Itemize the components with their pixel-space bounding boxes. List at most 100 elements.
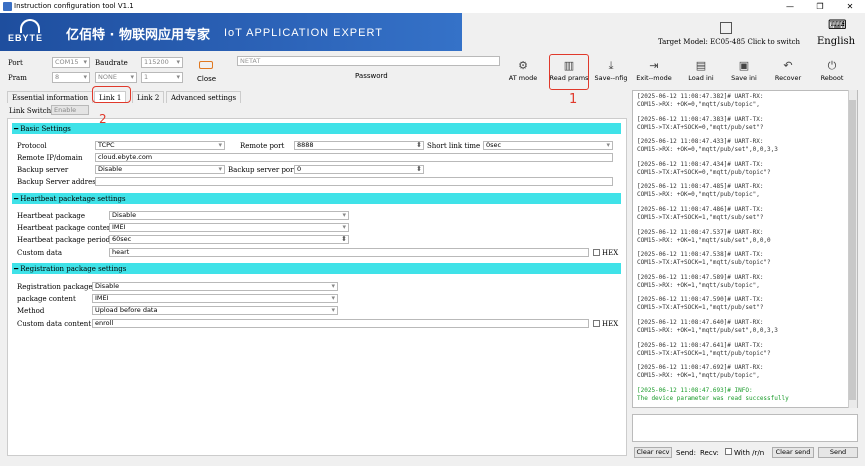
stopbits-select[interactable]: 1 xyxy=(141,72,183,83)
brand-chinese-name: 亿佰特 · 物联网应用专家 xyxy=(66,28,210,43)
at-mode-button[interactable]: ⚙ AT mode xyxy=(503,58,543,88)
section-basic-settings[interactable]: ━ Basic Settings xyxy=(12,123,621,134)
save-config-button[interactable]: ⤓ Save--nfig xyxy=(591,58,631,88)
param-label: Pram xyxy=(8,74,27,82)
log-message: COM15->RX: +OK=1,"mqtt/pub/set",0,0,3,3 xyxy=(637,327,778,334)
log-message: COM15->RX: +OK=1,"mqtt/sub/set",0,0,0 xyxy=(637,236,771,244)
log-timestamp: [2025-06-12 11:08:47.433]# UART-RX: xyxy=(637,138,764,146)
reboot-button[interactable]: ⏻ Reboot xyxy=(812,58,852,88)
with-rn-checkbox[interactable] xyxy=(725,448,732,455)
minimize-button[interactable]: — xyxy=(775,0,805,13)
backup-address-label: Backup Server address xyxy=(17,178,100,186)
short-link-time-select[interactable]: 0sec xyxy=(483,141,613,150)
password-input[interactable]: NETAT xyxy=(237,56,500,66)
maximize-button[interactable]: ❐ xyxy=(805,0,835,13)
close-window-button[interactable]: ✕ xyxy=(835,0,865,13)
method-select[interactable]: Upload before data xyxy=(92,306,338,315)
app-icon xyxy=(3,2,12,11)
read-params-highlight xyxy=(549,54,589,90)
backup-port-input[interactable]: 0 xyxy=(294,165,424,174)
target-model-link[interactable]: Target Model: EC05-485 Click to switch xyxy=(658,38,800,46)
recover-icon: ↶ xyxy=(783,59,793,72)
backup-address-input[interactable] xyxy=(95,177,613,186)
heartbeat-content-label: Heartbeat package content xyxy=(17,224,115,232)
language-button[interactable]: English xyxy=(817,36,855,47)
log-timestamp: [2025-06-12 11:08:47.434]# UART-TX: xyxy=(637,160,764,168)
clear-send-button[interactable]: Clear send xyxy=(772,447,814,458)
link-switch-select[interactable]: Enable xyxy=(51,105,89,115)
title-bar: Instruction configuration tool V1.1 — ❐ … xyxy=(0,0,865,13)
link-switch-label: Link Switch xyxy=(9,107,52,115)
protocol-select[interactable]: TCPC xyxy=(95,141,225,150)
send-input[interactable] xyxy=(632,414,858,442)
send-label: Send: xyxy=(676,449,696,457)
log-timestamp: [2025-06-12 11:08:47.590]# UART-TX: xyxy=(637,296,764,304)
port-select[interactable]: COM15 xyxy=(52,57,90,68)
registration-package-select[interactable]: Disable xyxy=(92,282,338,291)
close-port-button[interactable]: Close xyxy=(197,75,216,83)
log-timestamp: [2025-06-12 11:08:47.589]# UART-RX: xyxy=(637,273,764,281)
backup-port-label: Backup server port xyxy=(228,166,297,174)
folder-icon: ▤ xyxy=(695,59,707,72)
log-scrollbar-thumb[interactable] xyxy=(849,100,856,400)
remote-ip-label: Remote IP/domain xyxy=(17,154,83,162)
log-output[interactable]: [2025-06-12 11:08:47.382]# UART-RX: COM15… xyxy=(632,90,858,408)
log-message: COM15->RX: +OK=1,"mqtt/pub/topic", xyxy=(637,372,760,380)
heartbeat-hex-label: HEX xyxy=(602,249,619,257)
load-ini-button[interactable]: ▤ Load ini xyxy=(681,58,721,88)
log-message: COM15->TX:AT+SOCK=1,"mqtt/sub/set"? xyxy=(637,214,764,221)
window-title: Instruction configuration tool V1.1 xyxy=(14,2,134,10)
custom-data-input[interactable]: heart xyxy=(109,248,589,257)
power-icon: ⏻ xyxy=(827,59,837,72)
log-message: COM15->RX: +OK=0,"mqtt/sub/topic", xyxy=(637,101,760,108)
clear-recv-button[interactable]: Clear recv xyxy=(634,447,672,458)
package-content-label: package content xyxy=(17,295,76,303)
log-timestamp: [2025-06-12 11:08:47.486]# UART-TX: xyxy=(637,206,764,213)
section-registration-settings[interactable]: ━ Registration package settings xyxy=(12,263,621,274)
backup-server-select[interactable]: Disable xyxy=(95,165,225,174)
save-icon: ▣ xyxy=(738,59,750,72)
short-link-time-label: Short link time xyxy=(427,142,481,150)
package-content-select[interactable]: IMEI xyxy=(92,294,338,303)
tab-advanced-settings[interactable]: Advanced settings xyxy=(166,91,242,103)
log-message: The device parameter was read successful… xyxy=(637,394,789,402)
recover-button[interactable]: ↶ Recover xyxy=(768,58,808,88)
link1-tab-highlight xyxy=(92,86,131,103)
registration-hex-label: HEX xyxy=(602,320,619,328)
heartbeat-content-select[interactable]: IMEI xyxy=(109,223,349,232)
backup-server-label: Backup server xyxy=(17,166,69,174)
remote-ip-input[interactable]: cloud.ebyte.com xyxy=(95,153,613,162)
log-message: COM15->RX: +OK=0,"mqtt/pub/set",0,0,3,3 xyxy=(637,146,778,154)
log-message: COM15->TX:AT+SOCK=0,"mqtt/pub/set"? xyxy=(637,123,764,131)
ebyte-logo: EBYTE xyxy=(6,17,56,47)
download-icon: ⤓ xyxy=(608,59,614,72)
log-timestamp: [2025-06-12 11:08:47.640]# UART-RX: xyxy=(637,319,764,326)
annotation-one: 1 xyxy=(569,92,578,107)
remote-port-input[interactable]: 8888 xyxy=(294,141,424,150)
log-timestamp: [2025-06-12 11:08:47.538]# UART-TX: xyxy=(637,251,764,259)
tab-link-2[interactable]: Link 2 xyxy=(132,91,165,103)
log-timestamp: [2025-06-12 11:08:47.692]# UART-RX: xyxy=(637,364,764,372)
registration-hex-checkbox[interactable] xyxy=(593,320,600,327)
save-ini-button[interactable]: ▣ Save ini xyxy=(724,58,764,88)
parity-select[interactable]: NONE xyxy=(95,72,137,83)
log-timestamp: [2025-06-12 11:08:47.641]# UART-TX: xyxy=(637,341,764,349)
language-icon[interactable]: ⌨ xyxy=(828,18,847,33)
gear-icon: ⚙ xyxy=(518,59,528,72)
exit-mode-button[interactable]: ⇥ Exit--mode xyxy=(634,58,674,88)
section-heartbeat-settings[interactable]: ━ Heartbeat packetage settings xyxy=(12,193,621,204)
remote-port-label: Remote port xyxy=(240,142,285,150)
heartbeat-period-input[interactable]: 60sec xyxy=(109,235,349,244)
log-timestamp: [2025-06-12 11:08:47.693]# INFO: xyxy=(637,386,753,394)
heartbeat-package-select[interactable]: Disable xyxy=(109,211,349,220)
custom-data-content-label: Custom data content xyxy=(17,320,92,328)
heartbeat-hex-checkbox[interactable] xyxy=(593,249,600,256)
recv-label: Recv: xyxy=(700,449,719,457)
switch-model-icon[interactable] xyxy=(720,22,732,34)
baud-select[interactable]: 115200 xyxy=(141,57,183,68)
log-timestamp: [2025-06-12 11:08:47.382]# UART-RX: xyxy=(637,93,764,100)
send-button[interactable]: Send xyxy=(818,447,858,458)
custom-data-content-input[interactable]: enroll xyxy=(92,319,589,328)
tab-essential-information[interactable]: Essential information xyxy=(7,91,94,103)
databits-select[interactable]: 8 xyxy=(52,72,90,83)
